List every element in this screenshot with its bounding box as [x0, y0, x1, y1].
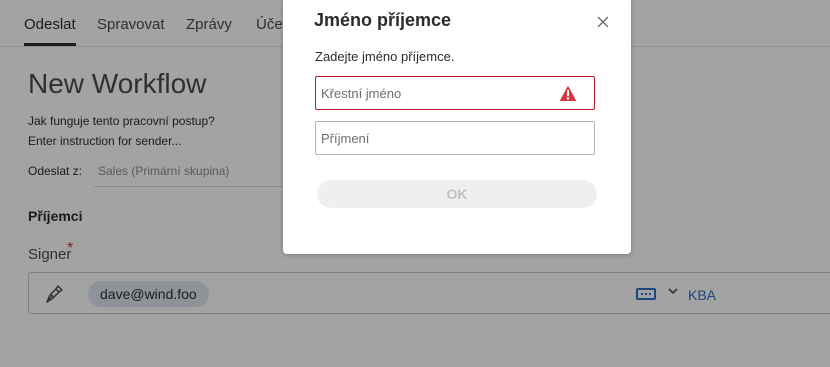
warning-icon [559, 85, 577, 101]
dialog-description: Zadejte jméno příjemce. [315, 49, 455, 64]
recipient-name-dialog: Jméno příjemce Zadejte jméno příjemce. O… [283, 0, 631, 254]
last-name-input[interactable] [315, 121, 595, 155]
dialog-title: Jméno příjemce [314, 10, 452, 30]
close-icon[interactable] [595, 14, 611, 30]
first-name-input[interactable] [315, 76, 595, 110]
ok-button[interactable]: OK [317, 180, 597, 208]
